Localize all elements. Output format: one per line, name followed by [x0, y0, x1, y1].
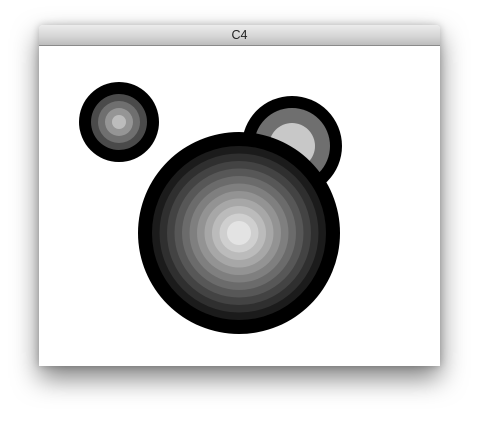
large-target: [138, 132, 340, 334]
circles-drawing: [79, 82, 342, 334]
large-target-ring-11: [227, 221, 251, 245]
window-title: C4: [231, 28, 248, 42]
app-window: C4: [39, 25, 440, 366]
screen: C4: [0, 0, 480, 422]
drawing-canvas[interactable]: [39, 46, 440, 366]
small-target: [79, 82, 159, 162]
title-bar[interactable]: C4: [39, 25, 440, 46]
small-target-ring-4: [112, 115, 126, 129]
